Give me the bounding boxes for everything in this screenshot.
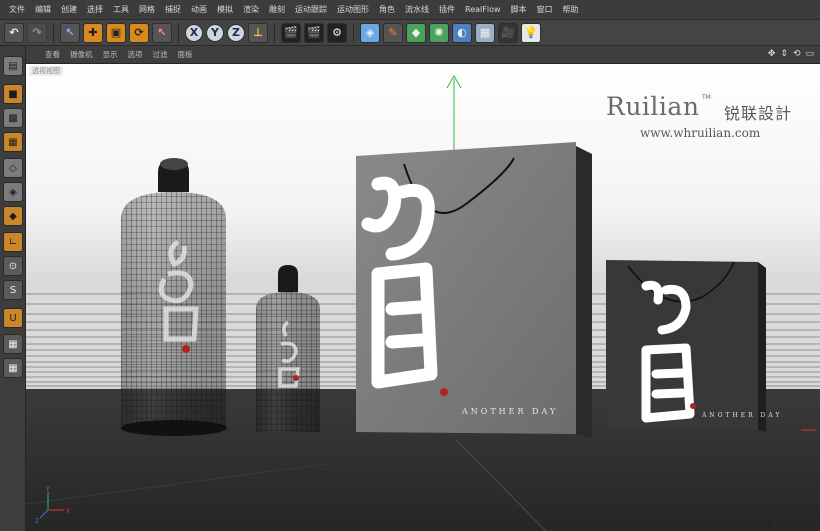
snap-icon[interactable]: S [3, 280, 23, 300]
move-icon[interactable]: ✚ [83, 22, 103, 43]
viewport-menu-item[interactable]: 摄像机 [65, 49, 98, 60]
axis-label-y: Y [45, 486, 50, 493]
toolbar-separator [274, 22, 275, 43]
axis-label-x: X [66, 508, 70, 515]
menu-item[interactable]: 角色 [374, 0, 400, 20]
menu-item[interactable]: 渲染 [238, 0, 264, 20]
brand-trademark: TM [702, 94, 711, 101]
large-shopping-bag[interactable]: ANOTHER DAY [356, 142, 592, 438]
menu-item[interactable]: 窗口 [532, 0, 558, 20]
viewport-nav-controls: ✥ ⇕ ⟲ ▭ [768, 49, 814, 59]
redo-icon[interactable]: ↷ [27, 22, 47, 43]
magnet-snap-icon[interactable]: U [3, 308, 23, 328]
y-axis-icon[interactable]: Y [206, 23, 224, 42]
x-axis-icon[interactable]: X [185, 23, 203, 42]
scale-icon[interactable]: ▣ [106, 22, 126, 43]
axis-label-z: Z [35, 518, 39, 525]
pen-icon[interactable]: ✎ [383, 22, 403, 43]
lock-workplane-icon[interactable]: ▦ [3, 334, 23, 354]
move-view-icon[interactable]: ✥ [768, 49, 776, 59]
cinema4d-window: 文件 编辑 创建 选择 工具 网格 捕捉 动画 模拟 渲染 雕刻 运动跟踪 运动图形 角色 流水线 插件 Rea… [0, 0, 820, 531]
toolbar-separator [53, 22, 54, 43]
viewport-menu-item[interactable]: 过滤 [148, 49, 173, 60]
live-select-icon[interactable]: ↖ [152, 22, 172, 43]
render-view-icon[interactable]: 🎬 [281, 22, 301, 43]
large-bottle[interactable] [121, 158, 227, 436]
menu-item[interactable]: 帮助 [558, 0, 584, 20]
z-axis-icon[interactable]: Z [227, 23, 245, 42]
menu-item[interactable]: 脚本 [506, 0, 532, 20]
menu-item[interactable]: 编辑 [30, 0, 56, 20]
viewport-menu-item[interactable]: 显示 [98, 49, 123, 60]
brand-logo: Ruilian [606, 92, 700, 121]
viewport-camera-label: 透视视图 [29, 66, 63, 76]
brand-url: www.whruilian.com [640, 126, 761, 140]
axis-mode-icon[interactable]: ∟ [3, 232, 23, 252]
rotate-icon[interactable]: ⟳ [129, 22, 149, 43]
menu-item[interactable]: 运动图形 [332, 0, 374, 20]
model-mode-icon[interactable]: ■ [3, 84, 23, 104]
floor-icon[interactable]: ▦ [475, 22, 495, 43]
select-arrow-icon[interactable]: ↖ [60, 22, 80, 43]
camera-icon[interactable]: 🎥 [498, 22, 518, 43]
edges-mode-icon[interactable]: ◈ [3, 182, 23, 202]
menu-item[interactable]: 选择 [82, 0, 108, 20]
small-shopping-bag[interactable]: ANOTHER DAY [606, 260, 782, 432]
perspective-viewport[interactable]: ANOTHER DAY ANOTHER DAY Y X Z 透视视图 Ruili… [26, 64, 820, 531]
workplane-mode-icon[interactable]: ▦ [3, 132, 23, 152]
menu-item[interactable]: 运动跟踪 [290, 0, 332, 20]
light-icon[interactable]: 💡 [521, 22, 541, 43]
make-editable-icon[interactable]: ▤ [3, 56, 23, 76]
toolbar-separator [353, 22, 354, 43]
texture-mode-icon[interactable]: ▩ [3, 108, 23, 128]
left-tool-palette: ▤ ■ ▩ ▦ ◇ ◈ ◆ ∟ ⊙ S U ▦ ▦ [0, 46, 26, 531]
cube-icon[interactable]: ◈ [360, 22, 380, 43]
scale-view-icon[interactable]: ⇕ [780, 49, 788, 59]
main-toolbar: ↶ ↷ ↖ ✚ ▣ ⟳ ↖ X Y Z ⊥ 🎬 🎬 ⚙ ◈ ✎ ◆ ✺ ◐ ▦ … [0, 20, 820, 46]
render-settings-icon[interactable]: ⚙ [327, 22, 347, 43]
menu-item[interactable]: 网格 [134, 0, 160, 20]
large-bag-tagline: ANOTHER DAY [461, 407, 558, 416]
brand-chinese-name: 锐联設計 [724, 104, 793, 123]
maximize-view-icon[interactable]: ▭ [805, 49, 814, 59]
deformer-icon[interactable]: ◐ [452, 22, 472, 43]
undo-icon[interactable]: ↶ [4, 22, 24, 43]
menu-item[interactable]: RealFlow [460, 0, 506, 20]
menu-item[interactable]: 模拟 [212, 0, 238, 20]
menu-item[interactable]: 插件 [434, 0, 460, 20]
subdivision-icon[interactable]: ◆ [406, 22, 426, 43]
planar-workplane-icon[interactable]: ▦ [3, 358, 23, 378]
viewport-menu-item[interactable]: 选项 [123, 49, 148, 60]
rotate-view-icon[interactable]: ⟲ [793, 49, 801, 59]
menu-bar: 文件 编辑 创建 选择 工具 网格 捕捉 动画 模拟 渲染 雕刻 运动跟踪 运动图形 角色 流水线 插件 Rea… [0, 0, 820, 20]
toolbar-separator [178, 22, 179, 43]
menu-item[interactable]: 动画 [186, 0, 212, 20]
render-picture-icon[interactable]: 🎬 [304, 22, 324, 43]
menu-item[interactable]: 雕刻 [264, 0, 290, 20]
grid-spacing-readout: 网格间距 : 10000 cm [746, 520, 816, 528]
world-coords-icon[interactable]: ⊥ [248, 22, 268, 43]
polygons-mode-icon[interactable]: ◆ [3, 206, 23, 226]
array-icon[interactable]: ✺ [429, 22, 449, 43]
menu-item[interactable]: 工具 [108, 0, 134, 20]
viewport-menu-item[interactable]: 查看 [40, 49, 65, 60]
small-bag-tagline: ANOTHER DAY [701, 412, 782, 419]
menu-item[interactable]: 流水线 [400, 0, 434, 20]
viewport-menu-bar: 查看 摄像机 显示 选项 过滤 面板 ✥ ⇕ ⟲ ▭ [26, 46, 820, 64]
points-mode-icon[interactable]: ◇ [3, 158, 23, 178]
menu-item[interactable]: 捕捉 [160, 0, 186, 20]
tweak-mode-icon[interactable]: ⊙ [3, 256, 23, 276]
menu-item[interactable]: 文件 [4, 0, 30, 20]
viewport-menu-item[interactable]: 面板 [173, 49, 198, 60]
menu-item[interactable]: 创建 [56, 0, 82, 20]
